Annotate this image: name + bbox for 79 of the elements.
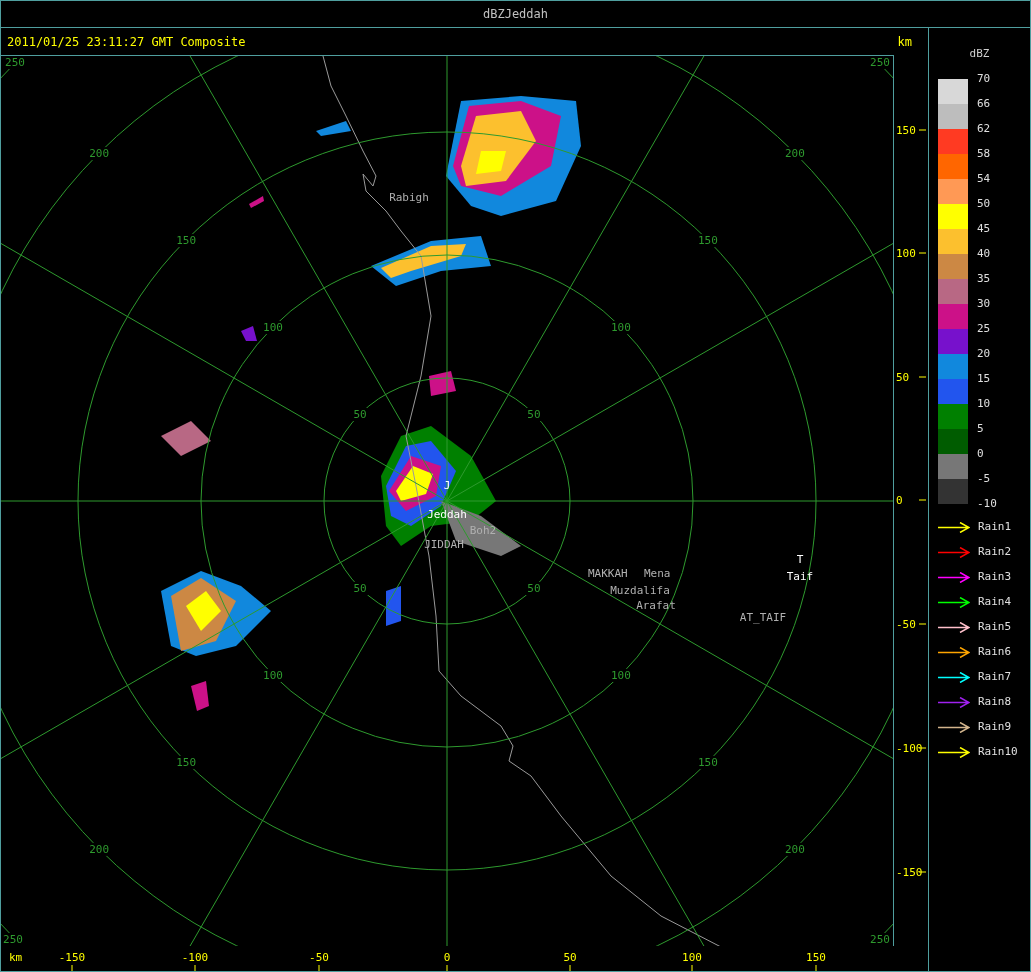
scale-label: 25 <box>977 320 991 337</box>
timestamp-label: 2011/01/25 23:11:27 GMT Composite <box>7 33 246 51</box>
scale-label: 0 <box>977 445 984 462</box>
scale-label: 15 <box>977 370 991 387</box>
ring-label: 50 <box>353 408 367 422</box>
axis-tick-label: 100 <box>896 247 916 260</box>
place-label: J <box>443 479 451 492</box>
unit-label: km <box>897 33 912 51</box>
track-label: Rain6 <box>978 643 1012 660</box>
place-label: MAKKAH <box>588 567 628 580</box>
track-label: Rain8 <box>978 693 1012 710</box>
place-label: JIDDAH <box>424 538 464 551</box>
axis-tick-label: -50 <box>309 951 329 964</box>
ring-label: 150 <box>698 755 718 769</box>
scale-label: 20 <box>977 345 991 362</box>
place-label: Jeddah <box>427 508 467 521</box>
scale-label: 58 <box>977 145 991 162</box>
ring-label: 50 <box>353 581 367 595</box>
axis-tick-label: 50 <box>896 371 910 384</box>
scale-label: 30 <box>977 295 991 312</box>
window-title: dBZJeddah <box>483 6 548 23</box>
scale-label: 66 <box>977 95 991 112</box>
track-label: Rain4 <box>978 593 1012 610</box>
axis-tick-label: 50 <box>563 951 577 964</box>
ring-label: 50 <box>527 581 541 595</box>
track-label: Rain7 <box>978 668 1012 685</box>
axis-tick-label: 0 <box>896 494 903 507</box>
place-label: AT_TAIF <box>739 611 787 624</box>
scale-label: 62 <box>977 120 991 137</box>
ring-label: 100 <box>263 668 283 682</box>
scale-label: 10 <box>977 395 991 412</box>
track-label: Rain10 <box>978 743 1018 760</box>
track-label: Rain3 <box>978 568 1012 585</box>
axis-tick-label: -100 <box>181 951 209 964</box>
scale-label: 45 <box>977 220 991 237</box>
ring-label: 200 <box>784 842 805 856</box>
legend-title: dBZ <box>969 46 990 62</box>
ring-label: 250 <box>5 56 25 69</box>
track-label: Rain2 <box>978 543 1012 560</box>
scale-label: -5 <box>977 470 991 487</box>
place-label: Muzdalifa <box>610 584 670 597</box>
ring-label: 150 <box>176 755 196 769</box>
scale-label: 40 <box>977 245 991 262</box>
axis-tick-label: 0 <box>443 951 451 964</box>
ring-label: 200 <box>89 842 110 856</box>
ring-label: 250 <box>870 933 890 946</box>
axis-tick-label: -50 <box>896 618 916 631</box>
place-label: Boh2 <box>469 524 497 537</box>
ring-label: 100 <box>263 321 283 335</box>
place-label: Rabigh <box>389 191 429 204</box>
axis-tick-label: -150 <box>58 951 86 964</box>
scale-label: 35 <box>977 270 991 287</box>
ring-label: 100 <box>611 668 631 682</box>
axis-tick-label: -150 <box>896 866 923 879</box>
axis-tick-label: -100 <box>896 742 923 755</box>
place-label: Mena <box>644 567 671 580</box>
axis-tick-label: 150 <box>896 124 916 137</box>
place-label: T <box>796 553 804 566</box>
ring-label: 100 <box>611 321 631 335</box>
ring-label: 200 <box>89 147 110 161</box>
ring-label: 50 <box>527 408 541 422</box>
scale-label: 5 <box>977 420 984 437</box>
ring-label: 250 <box>870 56 890 69</box>
place-label: Arafat <box>636 599 676 612</box>
scale-label: 50 <box>977 195 991 212</box>
track-label: Rain5 <box>978 618 1012 635</box>
scale-label: -10 <box>977 495 997 512</box>
scale-label: 70 <box>977 70 991 87</box>
ring-label: 150 <box>176 234 196 248</box>
place-label: Taif <box>786 570 814 583</box>
axis-unit-label: km <box>9 951 23 964</box>
axis-tick-label: 100 <box>682 951 702 964</box>
ring-label: 150 <box>698 234 718 248</box>
ring-label: 200 <box>784 147 805 161</box>
axis-tick-label: 150 <box>806 951 826 964</box>
scale-label: 54 <box>977 170 991 187</box>
ring-label: 250 <box>3 933 23 946</box>
track-label: Rain1 <box>978 518 1012 535</box>
track-label: Rain9 <box>978 718 1012 735</box>
